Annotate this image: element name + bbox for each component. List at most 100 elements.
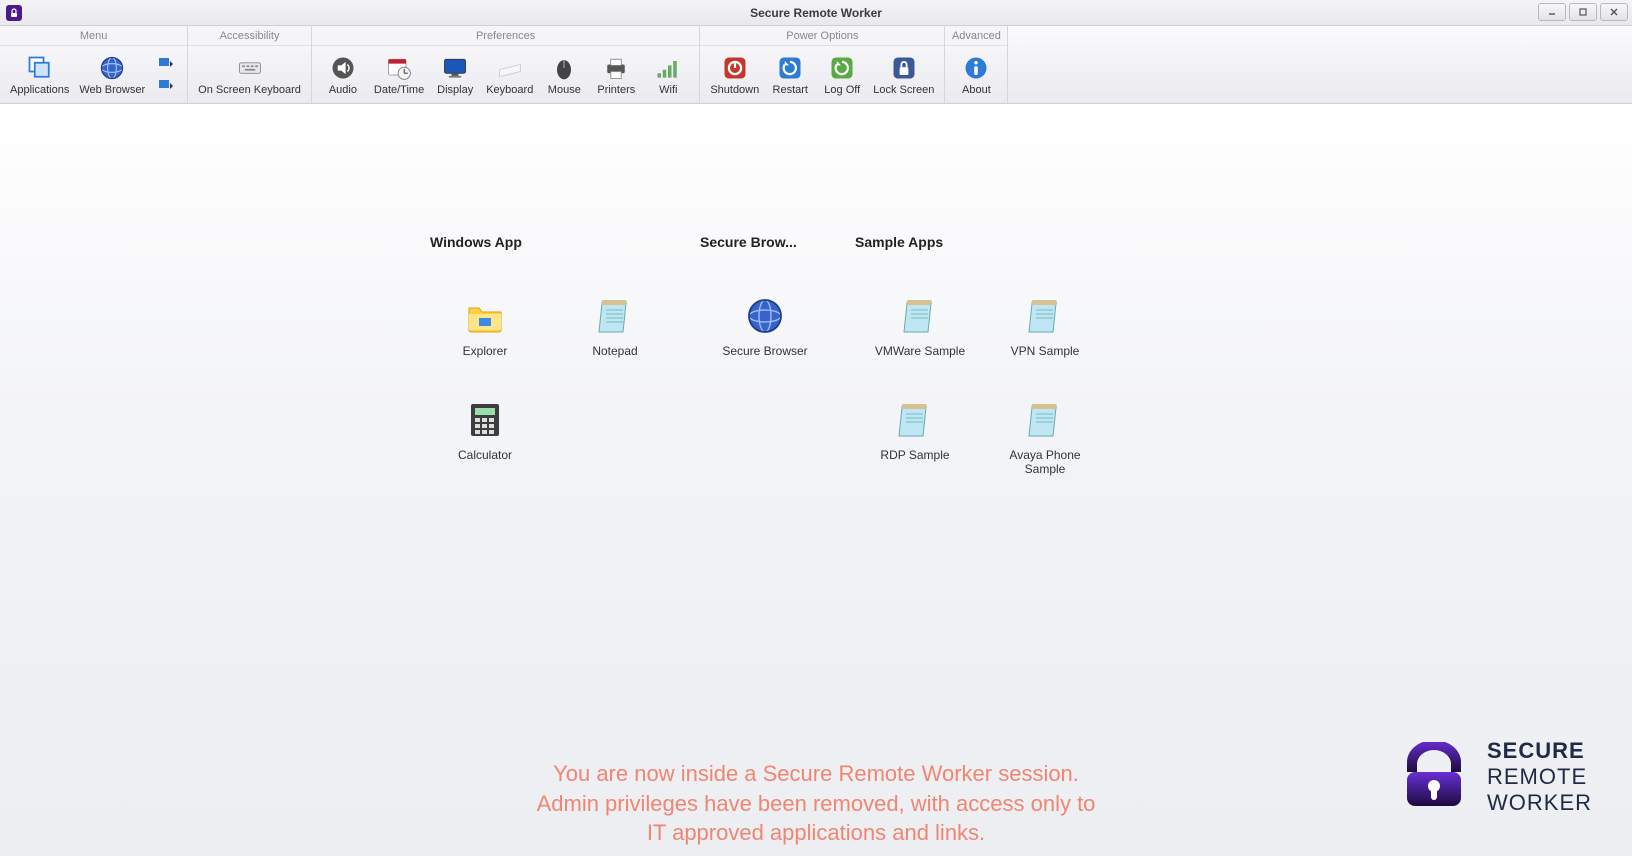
- ribbon-item-label: Applications: [10, 84, 69, 96]
- tile-rdp-sample[interactable]: RDP Sample: [860, 398, 970, 462]
- tile-label: VMWare Sample: [875, 344, 965, 358]
- close-button[interactable]: [1600, 3, 1628, 21]
- audio-button[interactable]: Audio: [318, 48, 368, 102]
- brand-text: SECURE REMOTE WORKER: [1487, 738, 1592, 816]
- ribbon-group-advanced: Advanced About: [945, 26, 1008, 103]
- ribbon-group-header: Menu: [0, 26, 187, 46]
- brand-line: REMOTE: [1487, 764, 1592, 790]
- calculator-icon: [463, 398, 507, 442]
- monitor-icon: [441, 54, 469, 82]
- applications-button[interactable]: Applications: [6, 48, 73, 102]
- category-sample-apps: Sample Apps: [855, 234, 1055, 250]
- brand: SECURE REMOTE WORKER: [1399, 738, 1592, 816]
- menu-mini-top[interactable]: [155, 55, 177, 73]
- tile-explorer[interactable]: Explorer: [430, 294, 540, 358]
- ribbon-group-header: Advanced: [945, 26, 1007, 46]
- printer-icon: [602, 54, 630, 82]
- on-screen-keyboard-button[interactable]: On Screen Keyboard: [194, 48, 305, 102]
- menu-mini-buttons: [151, 55, 181, 95]
- notepad-sample-icon: [893, 398, 937, 442]
- tile-notepad[interactable]: Notepad: [560, 294, 670, 358]
- ribbon-group-header: Power Options: [700, 26, 944, 46]
- ribbon-group-header: Preferences: [312, 26, 699, 46]
- ribbon-item-label: Log Off: [824, 84, 860, 96]
- tile-secure-browser[interactable]: Secure Browser: [710, 294, 820, 358]
- ribbon-group-accessibility: Accessibility On Screen Keyboard: [188, 26, 312, 103]
- tile-label: Notepad: [592, 344, 637, 358]
- globe-icon: [98, 54, 126, 82]
- session-message-line: IT approved applications and links.: [436, 818, 1196, 848]
- category-row: Windows App Secure Brow... Sample Apps: [430, 234, 1055, 250]
- restart-button[interactable]: Restart: [765, 48, 815, 102]
- wifi-bars-icon: [654, 54, 682, 82]
- notepad-sample-icon: [1023, 398, 1067, 442]
- tile-label: VPN Sample: [1011, 344, 1080, 358]
- tile-vpn-sample[interactable]: VPN Sample: [990, 294, 1100, 358]
- notepad-sample-icon: [1023, 294, 1067, 338]
- logoff-button[interactable]: Log Off: [817, 48, 867, 102]
- ribbon-item-label: Audio: [329, 84, 357, 96]
- ribbon: Menu Applications Web Browser Accessibil…: [0, 26, 1632, 104]
- datetime-button[interactable]: Date/Time: [370, 48, 428, 102]
- ribbon-item-label: About: [962, 84, 991, 96]
- ribbon-item-label: Wifi: [659, 84, 677, 96]
- globe-icon: [743, 294, 787, 338]
- lock-screen-button[interactable]: Lock Screen: [869, 48, 938, 102]
- notepad-sample-icon: [898, 294, 942, 338]
- notepad-icon: [593, 294, 637, 338]
- ribbon-item-label: Display: [437, 84, 473, 96]
- ribbon-item-label: Shutdown: [710, 84, 759, 96]
- brand-line: SECURE: [1487, 738, 1592, 764]
- logoff-icon: [828, 54, 856, 82]
- category-windows-app: Windows App: [430, 234, 700, 250]
- restart-icon: [776, 54, 804, 82]
- audio-icon: [329, 54, 357, 82]
- mouse-button[interactable]: Mouse: [539, 48, 589, 102]
- display-button[interactable]: Display: [430, 48, 480, 102]
- desktop: Windows App Secure Brow... Sample Apps E…: [0, 104, 1632, 856]
- info-icon: [962, 54, 990, 82]
- ribbon-group-power: Power Options Shutdown Restart Log Off L…: [700, 26, 945, 103]
- tile-label: Explorer: [463, 344, 508, 358]
- calendar-clock-icon: [385, 54, 413, 82]
- brand-line: WORKER: [1487, 790, 1592, 816]
- shutdown-button[interactable]: Shutdown: [706, 48, 763, 102]
- ribbon-filler: .: [1008, 26, 1632, 103]
- category-secure-browser: Secure Brow...: [700, 234, 855, 250]
- ribbon-item-label: Mouse: [548, 84, 581, 96]
- keyboard-icon: [236, 54, 264, 82]
- maximize-button[interactable]: [1569, 3, 1597, 21]
- session-message-line: You are now inside a Secure Remote Worke…: [436, 759, 1196, 789]
- ribbon-group-menu: Menu Applications Web Browser: [0, 26, 188, 103]
- session-message-line: Admin privileges have been removed, with…: [436, 789, 1196, 819]
- lock-icon: [890, 54, 918, 82]
- ribbon-item-label: Web Browser: [79, 84, 145, 96]
- tile-vmware-sample[interactable]: VMWare Sample: [860, 294, 980, 358]
- tile-avaya-sample[interactable]: Avaya Phone Sample: [990, 398, 1100, 476]
- keyboard-flat-icon: [496, 54, 524, 82]
- ribbon-item-label: Date/Time: [374, 84, 424, 96]
- ribbon-item-label: Printers: [597, 84, 635, 96]
- window-controls: [1538, 3, 1628, 21]
- tile-label: Avaya Phone Sample: [990, 448, 1100, 476]
- tile-calculator[interactable]: Calculator: [430, 398, 540, 462]
- app-icon: [6, 5, 22, 21]
- ribbon-group-header: Accessibility: [188, 26, 311, 46]
- web-browser-button[interactable]: Web Browser: [75, 48, 149, 102]
- wifi-button[interactable]: Wifi: [643, 48, 693, 102]
- folder-icon: [463, 294, 507, 338]
- keyboard-button[interactable]: Keyboard: [482, 48, 537, 102]
- mouse-icon: [550, 54, 578, 82]
- session-message: You are now inside a Secure Remote Worke…: [436, 759, 1196, 848]
- ribbon-item-label: Keyboard: [486, 84, 533, 96]
- window-title: Secure Remote Worker: [0, 6, 1632, 20]
- about-button[interactable]: About: [951, 48, 1001, 102]
- titlebar: Secure Remote Worker: [0, 0, 1632, 26]
- ribbon-item-label: Restart: [773, 84, 808, 96]
- minimize-button[interactable]: [1538, 3, 1566, 21]
- printers-button[interactable]: Printers: [591, 48, 641, 102]
- tile-label: Secure Browser: [722, 344, 807, 358]
- brand-logo-icon: [1399, 742, 1469, 812]
- tile-label: Calculator: [458, 448, 512, 462]
- menu-mini-bottom[interactable]: [155, 77, 177, 95]
